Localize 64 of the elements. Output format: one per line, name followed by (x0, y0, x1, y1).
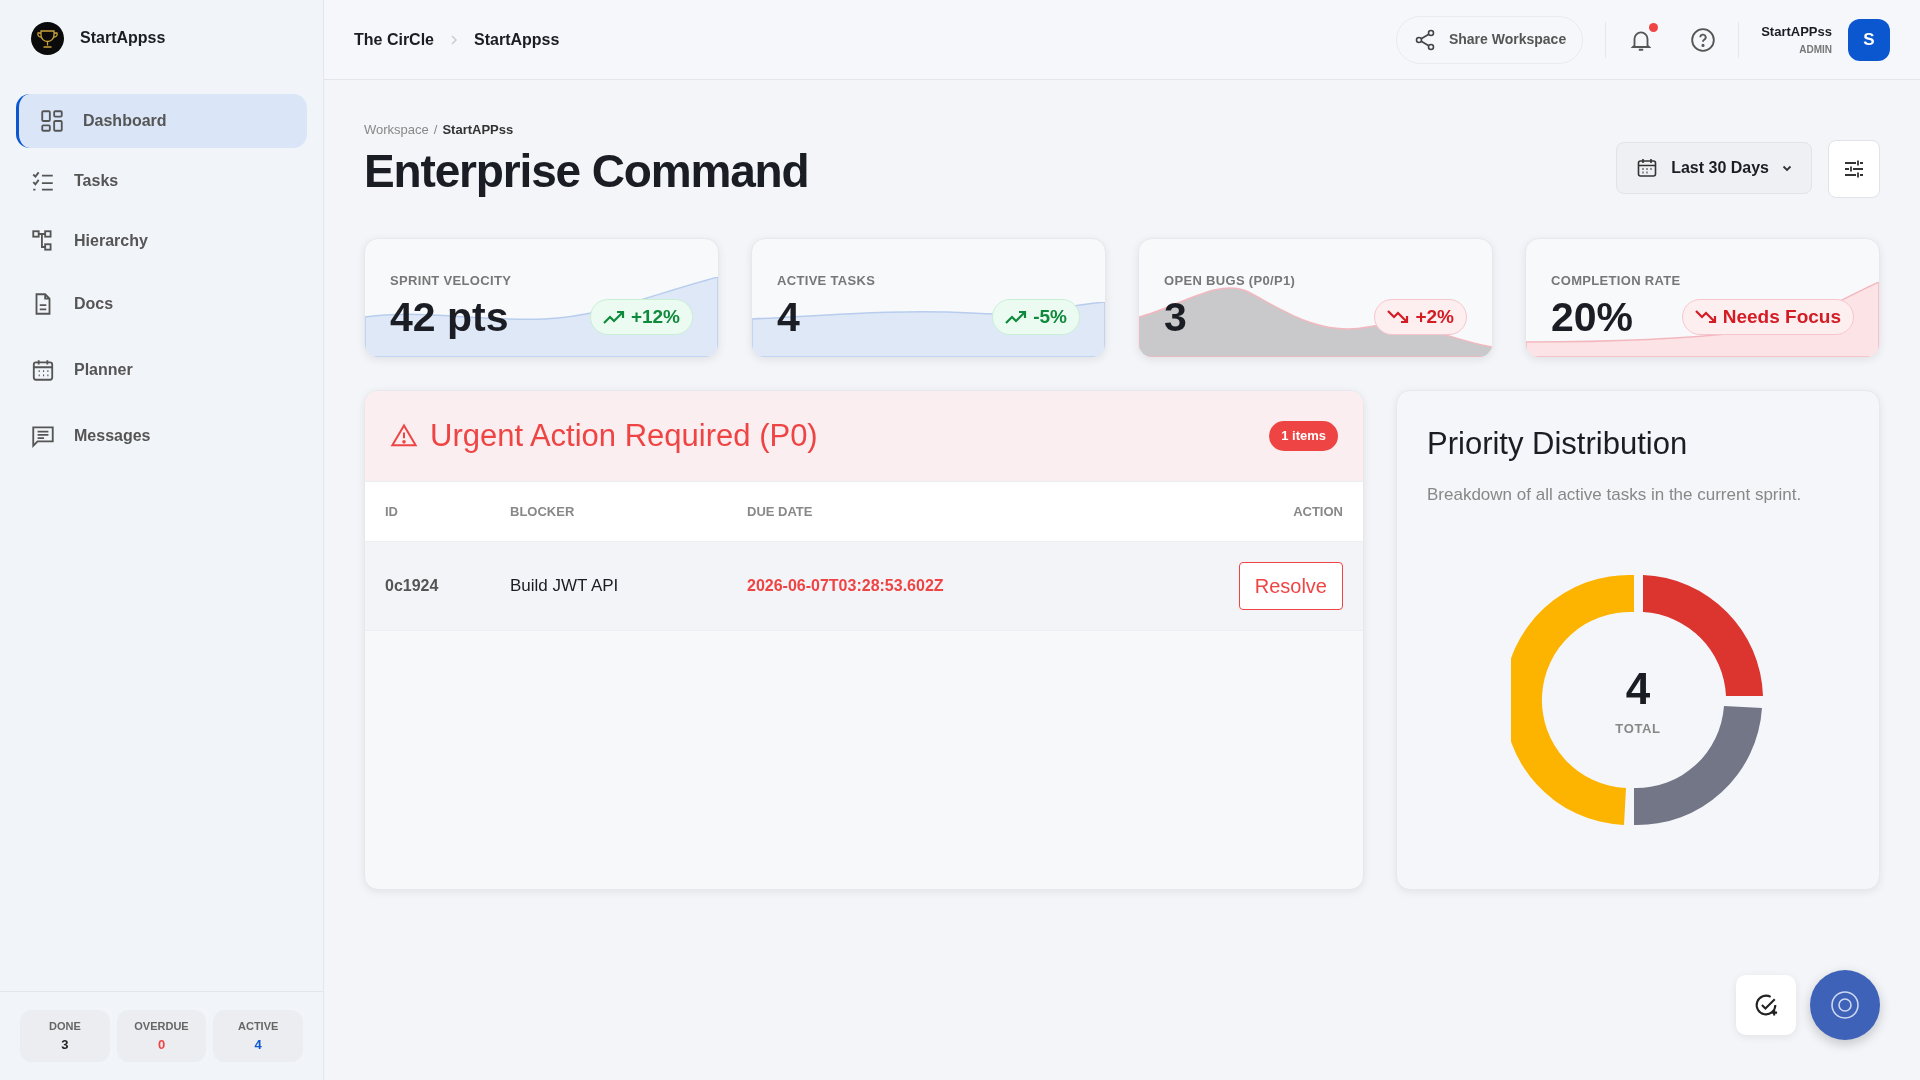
table-cell: 2026-06-07T03:28:53.602Z (747, 541, 1125, 631)
metric-value: 4 (777, 296, 800, 338)
breadcrumb-link[interactable]: Workspace (364, 120, 429, 140)
stat-value: 3 (61, 1035, 69, 1054)
resolve-button[interactable]: Resolve (1238, 562, 1343, 611)
sidebar-item[interactable]: Planner (16, 340, 307, 400)
brand-name: StartAppss (80, 28, 166, 48)
urgent-title: Urgent Action Required (P0) (430, 416, 818, 455)
breadcrumb-link[interactable]: StartAppss (474, 27, 560, 52)
sidebar-item[interactable]: Tasks (16, 154, 307, 208)
notifications-button[interactable] (1628, 26, 1655, 53)
page-title: Enterprise Command (364, 145, 810, 197)
trend-badge: Needs Focus (1681, 299, 1854, 336)
trend-down-icon (1387, 309, 1410, 326)
stat-label: ACTIVE (238, 1019, 279, 1034)
stat-label: DONE (48, 1019, 81, 1034)
help-icon[interactable] (1690, 26, 1717, 53)
column-header: BLOCKER (510, 481, 747, 542)
stat-label: OVERDUE (134, 1019, 189, 1034)
table-cell: 0c1924 (365, 541, 510, 631)
message-icon (30, 423, 56, 449)
user-role: ADMIN (1799, 42, 1832, 57)
card-title: Priority Distribution (1427, 425, 1689, 464)
column-header: DUE DATE (747, 481, 1125, 542)
circle-icon (1830, 990, 1860, 1020)
stat-value: 0 (157, 1035, 166, 1054)
metric-value: 42 pts (390, 296, 509, 338)
stat-value: 4 (254, 1035, 262, 1054)
trend-up-icon (602, 309, 625, 326)
breadcrumb-separator: / (433, 121, 438, 139)
trophy-logo-icon (31, 21, 64, 55)
sidebar-item[interactable]: Messages (16, 406, 307, 466)
dashboard-grid-icon (39, 108, 65, 134)
trend-badge: +12% (589, 299, 693, 336)
trend-badge: -5% (992, 299, 1080, 336)
item-count-badge: 1 items (1269, 421, 1338, 451)
metric-label: ACTIVE TASKS (777, 272, 877, 291)
card-subtitle: Breakdown of all active tasks in the current sprint. (1427, 483, 1803, 506)
metric-label: COMPLETION RATE (1551, 272, 1682, 291)
sidebar-item[interactable]: Docs (16, 274, 307, 334)
filter-button[interactable] (1828, 140, 1880, 199)
assistant-button[interactable] (1810, 970, 1880, 1040)
metric-value: 3 (1164, 296, 1187, 338)
user-name: StartAPPss (1761, 23, 1832, 42)
column-header: ID (365, 481, 510, 542)
sidebar-item[interactable]: Hierarchy (16, 214, 307, 268)
metric-value: 20% (1551, 296, 1634, 338)
add-task-button[interactable] (1736, 975, 1796, 1035)
trend-up-icon (1005, 309, 1028, 326)
trend-down-icon (1694, 309, 1717, 326)
trend-badge: +2% (1374, 299, 1467, 336)
user-avatar[interactable]: S (1848, 18, 1890, 61)
breadcrumb-link[interactable]: The CirCle (354, 27, 434, 52)
metric-label: OPEN BUGS (P0/P1) (1164, 272, 1297, 291)
table-cell: Build JWT API (510, 541, 747, 631)
total-value: 4 (1625, 667, 1651, 712)
total-label: TOTAL (1615, 720, 1661, 739)
calendar-icon (30, 357, 56, 383)
sidebar-item[interactable]: Dashboard (16, 94, 307, 148)
column-header: ACTION (1124, 481, 1363, 542)
chevron-right-icon (450, 33, 458, 46)
metric-label: SPRINT VELOCITY (390, 272, 513, 291)
date-range-dropdown[interactable]: Last 30 Days (1616, 142, 1812, 195)
breadcrumb-current: StartAPPss (442, 121, 514, 139)
